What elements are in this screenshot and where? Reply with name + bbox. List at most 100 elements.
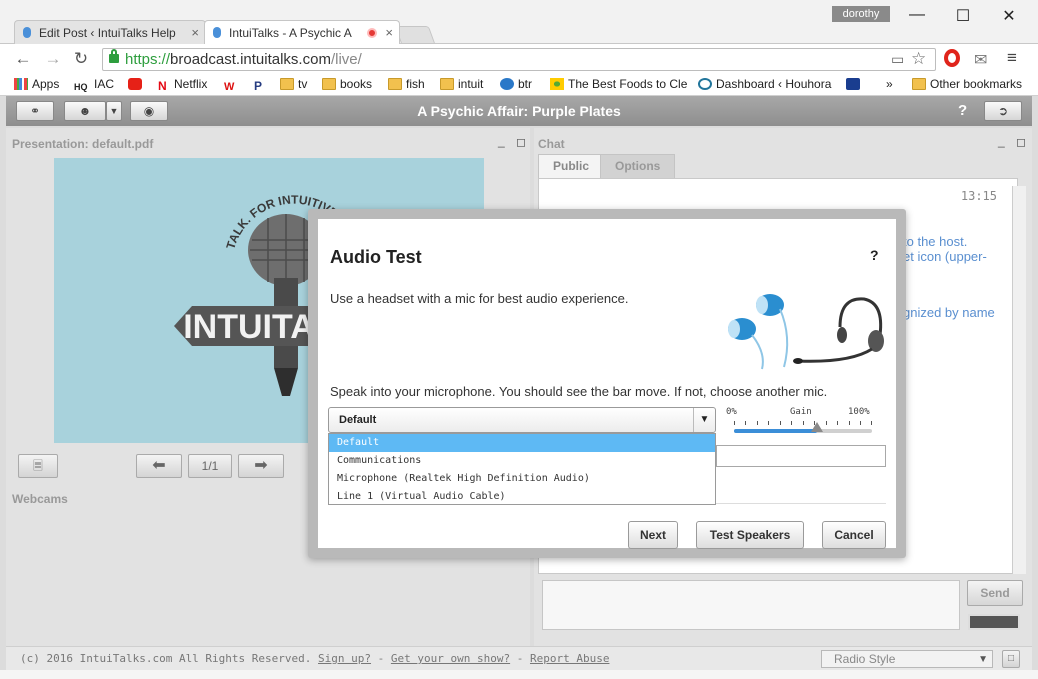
reload-icon[interactable]: ↻ <box>70 49 92 69</box>
previous-page-button[interactable]: ⬅ <box>136 454 182 478</box>
bookmark-folder-fish[interactable]: fish <box>388 77 425 91</box>
maximize-button[interactable]: ☐ <box>948 6 978 26</box>
bookmark-netflix[interactable]: N Netflix <box>158 77 207 93</box>
bookmark-btr[interactable]: btr <box>500 77 532 91</box>
url-input[interactable]: https://broadcast.intuitalks.com/live/ ▭… <box>102 48 936 71</box>
bookmark-youtube[interactable] <box>128 77 146 91</box>
browser-menu-icon[interactable]: ≡ <box>1007 48 1017 68</box>
close-window-button[interactable]: ✕ <box>994 6 1024 26</box>
chat-message-line: to the host. <box>903 234 968 249</box>
gain-slider[interactable] <box>734 422 872 433</box>
chevron-down-icon: ▼ <box>693 408 715 432</box>
chat-title: Chat <box>538 137 565 151</box>
bookmark-apps[interactable]: Apps <box>14 77 59 91</box>
maximize-panel-icon[interactable]: ◻ <box>516 135 526 149</box>
test-speakers-button[interactable]: Test Speakers <box>696 521 804 549</box>
microphone-select[interactable]: Default ▼ <box>328 407 716 433</box>
gain-label: Gain <box>790 407 812 417</box>
checkbox-icon <box>846 78 860 90</box>
hq-icon: HQ <box>74 82 88 92</box>
folder-icon <box>912 78 926 90</box>
chat-color-picker[interactable] <box>968 614 1020 630</box>
tab-edit-post[interactable]: Edit Post ‹ IntuiTalks Help × <box>14 20 206 44</box>
webcams-title: Webcams <box>12 492 68 506</box>
camera-blocked-icon[interactable]: ▭ <box>891 51 904 68</box>
opera-extension-icon[interactable] <box>944 49 960 67</box>
next-button[interactable]: Next <box>628 521 678 549</box>
gain-min-label: 0% <box>726 407 737 417</box>
dropdown-option[interactable]: Line 1 (Virtual Audio Cable) <box>329 488 715 506</box>
gain-slider-thumb[interactable] <box>810 422 823 432</box>
maximize-panel-icon[interactable]: ◻ <box>1016 135 1026 149</box>
logout-button[interactable]: ➲ <box>984 101 1022 121</box>
help-button[interactable]: ? <box>958 102 967 119</box>
youtube-icon <box>128 78 142 90</box>
chat-scrollbar[interactable] <box>1012 186 1026 574</box>
lock-icon <box>109 49 119 63</box>
w-icon: W <box>224 81 235 93</box>
page-footer: (c) 2016 IntuiTalks.com All Rights Reser… <box>6 646 1032 670</box>
dropdown-option[interactable]: Communications <box>329 452 715 470</box>
page-indicator: 1/1 <box>188 454 232 478</box>
close-tab-icon[interactable]: × <box>191 21 199 44</box>
bookmark-dashboard[interactable]: Dashboard ‹ Houhora <box>698 77 831 91</box>
chat-message-line: et icon (upper- <box>903 249 987 264</box>
tab-options[interactable]: Options <box>600 154 676 178</box>
bookmarks-overflow-chevron[interactable]: » <box>886 77 893 91</box>
bookmark-folder-tv[interactable]: tv <box>280 77 307 91</box>
star-icon[interactable]: ☆ <box>911 49 926 69</box>
dropdown-option[interactable]: Microphone (Realtek High Definition Audi… <box>329 470 715 488</box>
apps-grid-icon <box>14 78 28 90</box>
bookmark-w[interactable]: W <box>224 77 244 93</box>
sunflower-icon <box>550 78 564 90</box>
netflix-icon: N <box>158 79 167 93</box>
profile-badge[interactable]: dorothy <box>832 6 890 22</box>
presentation-title: Presentation: default.pdf <box>12 137 154 151</box>
footer-text: (c) 2016 IntuiTalks.com All Rights Reser… <box>20 652 610 665</box>
tab-intuitalks[interactable]: IntuiTalks - A Psychic A × <box>204 20 400 44</box>
new-tab-button[interactable] <box>394 26 436 44</box>
bookmark-paypal[interactable]: P <box>254 77 268 93</box>
mic-level-bar <box>716 445 886 467</box>
minimize-button[interactable]: — <box>902 6 932 24</box>
folder-icon <box>440 78 454 90</box>
bookmark-folder-books[interactable]: books <box>322 77 372 91</box>
url-text: https://broadcast.intuitalks.com/live/ <box>125 51 362 68</box>
send-button[interactable]: Send <box>967 580 1023 606</box>
dropdown-option[interactable]: Default <box>329 434 715 452</box>
arrow-left-icon: ⬅ <box>152 457 166 474</box>
exit-icon: ➲ <box>997 104 1009 118</box>
style-settings-icon[interactable]: □ <box>1002 650 1020 668</box>
bookmark-other[interactable]: Other bookmarks <box>912 77 1022 91</box>
recording-icon <box>367 28 377 38</box>
forward-arrow-icon[interactable]: → <box>42 49 64 69</box>
bookmark-check[interactable] <box>846 77 864 91</box>
bookmark-iac[interactable]: HQ IAC <box>74 77 114 94</box>
address-toolbar: ← → ↻ https://broadcast.intuitalks.com/l… <box>0 44 1038 74</box>
headset-image <box>722 287 886 377</box>
tab-title: IntuiTalks - A Psychic A <box>229 26 352 40</box>
dialog-help-button[interactable]: ? <box>870 247 879 263</box>
close-tab-icon[interactable]: × <box>385 21 393 44</box>
show-title: A Psychic Affair: Purple Plates <box>417 103 621 119</box>
minimize-panel-icon[interactable]: _ <box>998 134 1005 148</box>
get-show-link[interactable]: Get your own show? <box>391 652 510 665</box>
cancel-button[interactable]: Cancel <box>822 521 886 549</box>
report-abuse-link[interactable]: Report Abuse <box>530 652 609 665</box>
upload-button[interactable]: 🗏 <box>18 454 58 478</box>
tab-public[interactable]: Public <box>538 154 605 178</box>
audio-test-content: Audio Test ? Use a headset with a mic fo… <box>318 219 896 549</box>
chat-message-input[interactable] <box>542 580 960 630</box>
gain-max-label: 100% <box>848 407 870 417</box>
style-select[interactable]: Radio Style ▼ <box>821 650 993 668</box>
folder-icon <box>280 78 294 90</box>
next-page-button[interactable]: ➡ <box>238 454 284 478</box>
minimize-panel-icon[interactable]: _ <box>498 134 505 148</box>
gain-ticks <box>734 421 872 425</box>
gain-slider-fill <box>734 429 817 433</box>
sign-up-link[interactable]: Sign up? <box>318 652 371 665</box>
back-arrow-icon[interactable]: ← <box>12 49 34 69</box>
bookmark-best-foods[interactable]: The Best Foods to Cle <box>550 77 687 91</box>
mail-icon[interactable]: ✉ <box>974 50 987 70</box>
bookmark-folder-intuit[interactable]: intuit <box>440 77 483 91</box>
